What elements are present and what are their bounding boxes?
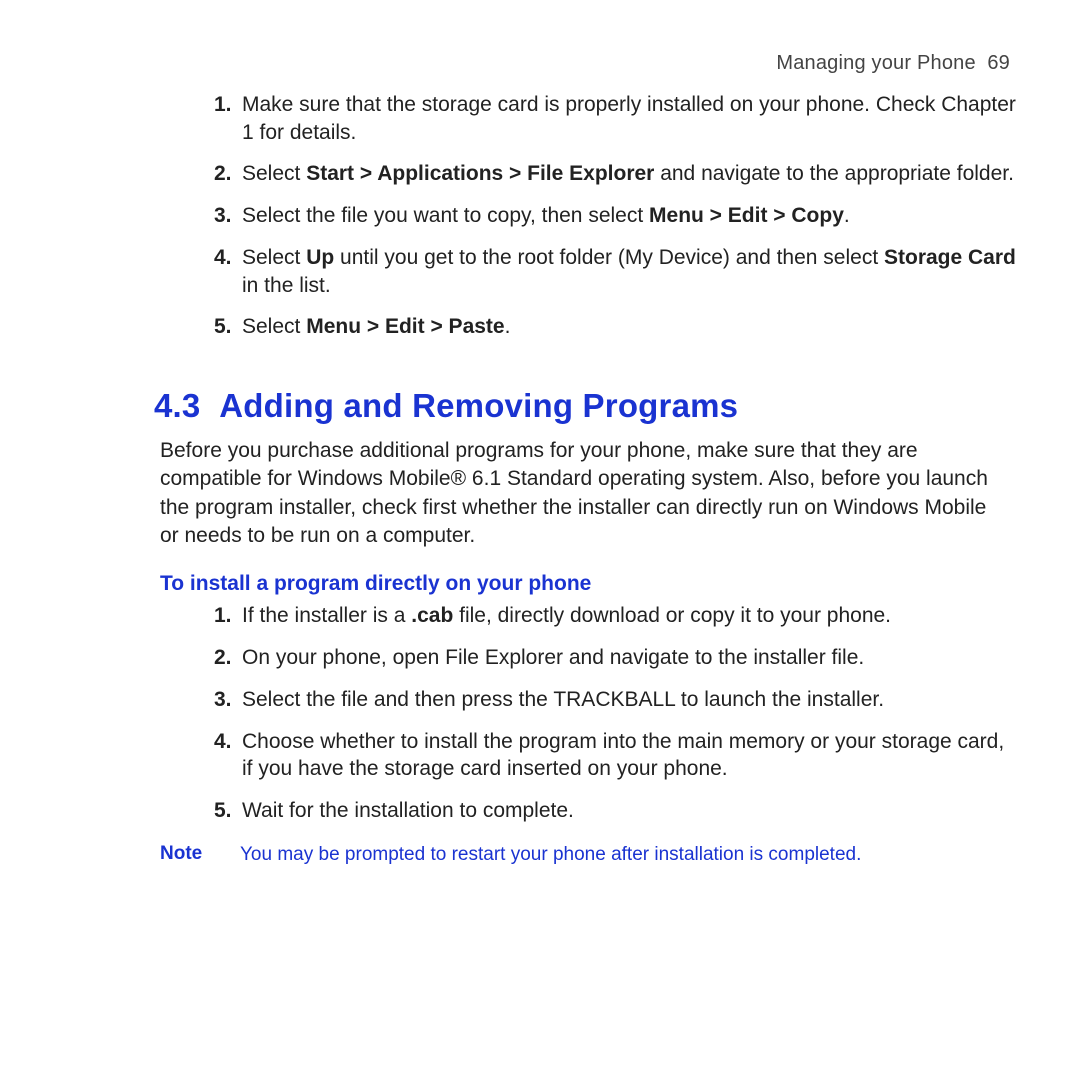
step-text: until you get to the root folder (My Dev… [334,246,884,269]
step-text: . [505,315,511,338]
document-page: Managing your Phone 69 1. Make sure that … [0,0,1080,1080]
list-item: 3. Select the file and then press the TRA… [214,686,1020,714]
section-title: Adding and Removing Programs [219,387,738,424]
list-item: 1. Make sure that the storage card is pro… [214,91,1020,146]
list-item: 5. Wait for the installation to complete. [214,797,1020,825]
page-number: 69 [987,52,1010,74]
step-text: and navigate to the appropriate folder. [654,162,1014,185]
step-text: Wait for the installation to complete. [242,799,574,822]
step-text: .cab [411,604,453,627]
step-number: 2. [214,644,232,672]
step-number: 5. [214,797,232,825]
step-number: 2. [214,160,232,188]
step-number: 5. [214,313,232,341]
list-item: 1. If the installer is a .cab file, direc… [214,602,1020,630]
list-item: 3. Select the file you want to copy, then… [214,202,1020,230]
step-text: Select the file you want to copy, then s… [242,204,649,227]
step-text: . [844,204,850,227]
step-text: Start > Applications > File Explorer [306,162,654,185]
sub-heading: To install a program directly on your ph… [60,572,1020,596]
step-number: 4. [214,244,232,272]
step-text: Choose whether to install the program in… [242,730,1004,781]
step-text: file, directly download or copy it to yo… [453,604,891,627]
step-text: Menu > Edit > Paste [306,315,504,338]
list-item: 2. On your phone, open File Explorer and … [214,644,1020,672]
page-header: Managing your Phone 69 [60,52,1020,75]
note-row: Note You may be prompted to restart your… [60,843,1020,868]
step-text: Select [242,246,306,269]
step-number: 3. [214,202,232,230]
list-item: 4. Select Up until you get to the root fo… [214,244,1020,299]
list-item: 5. Select Menu > Edit > Paste. [214,313,1020,341]
step-text: Select [242,315,306,338]
step-text: Select [242,162,306,185]
step-number: 4. [214,728,232,756]
step-number: 1. [214,91,232,119]
section-number: 4.3 [154,387,200,424]
intro-paragraph: Before you purchase additional programs … [60,437,1020,550]
step-text: Storage Card [884,246,1016,269]
step-text: On your phone, open File Explorer and na… [242,646,864,669]
step-text: Select the file and then press the TRACK… [242,688,884,711]
step-text: Menu > Edit > Copy [649,204,844,227]
list-item: 2. Select Start > Applications > File Exp… [214,160,1020,188]
step-text: in the list. [242,274,331,297]
steps-list-top: 1. Make sure that the storage card is pro… [60,91,1020,341]
note-text: You may be prompted to restart your phon… [240,843,861,868]
step-number: 3. [214,686,232,714]
step-number: 1. [214,602,232,630]
step-text: If the installer is a [242,604,411,627]
step-text: Up [306,246,334,269]
step-text: Make sure that the storage card is prope… [242,93,1016,144]
chapter-title: Managing your Phone [776,52,976,74]
steps-list-install: 1. If the installer is a .cab file, direc… [60,602,1020,824]
section-heading: 4.3 Adding and Removing Programs [60,387,1020,425]
note-label: Note [160,843,240,868]
list-item: 4. Choose whether to install the program … [214,728,1020,783]
